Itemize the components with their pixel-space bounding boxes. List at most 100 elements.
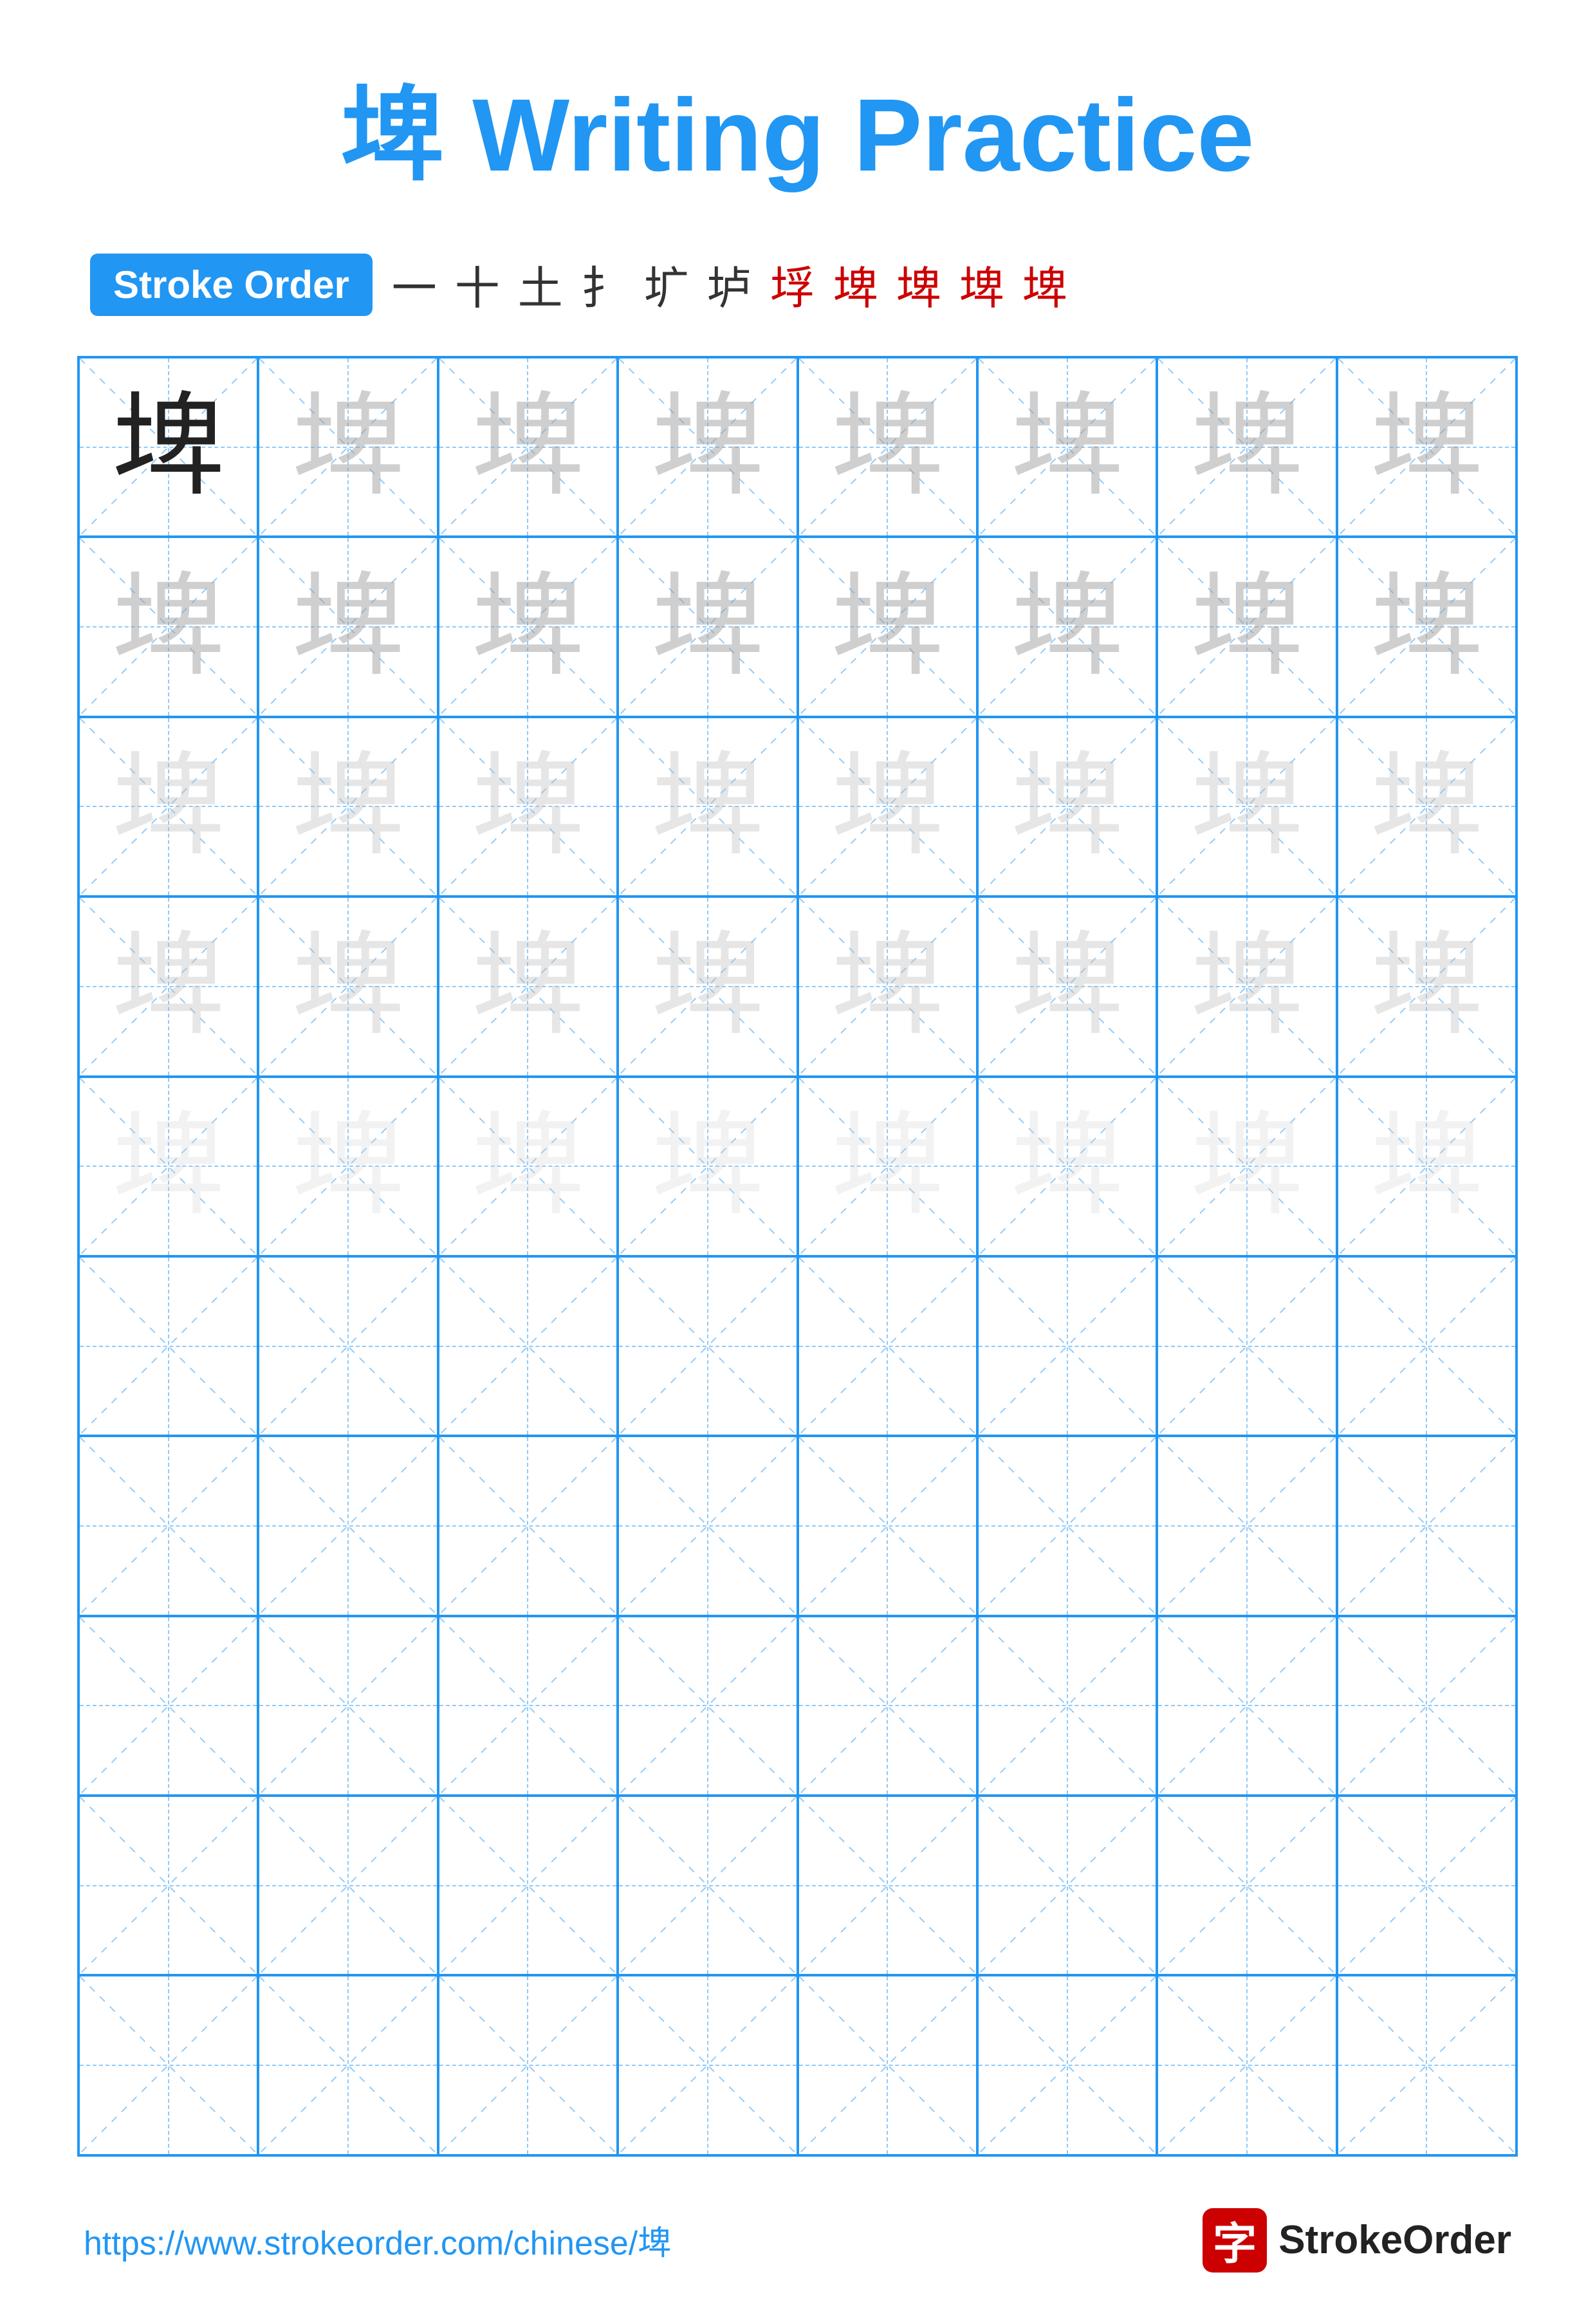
title-char: 埤 Writing Practice: [341, 77, 1255, 192]
cell-char: 埤: [1370, 571, 1483, 683]
page: 埤 Writing Practice Stroke Order 一 十 土 扌 …: [0, 0, 1595, 2324]
grid-cell: 埤: [1157, 1077, 1336, 1256]
cell-char: 埤: [1370, 391, 1483, 503]
grid-cell: 埤: [1337, 357, 1517, 537]
cell-char: 埤: [651, 1110, 764, 1223]
grid-cell: 埤: [438, 897, 618, 1076]
grid-cell: [618, 1616, 797, 1796]
grid-cell: 埤: [977, 897, 1157, 1076]
grid-cell: 埤: [438, 717, 618, 897]
grid-cell: 埤: [1157, 357, 1336, 537]
stroke-step-10: 埤: [1022, 252, 1067, 317]
cell-char: 埤: [831, 750, 944, 863]
grid-cell: [618, 1436, 797, 1615]
grid-cell: 埤: [798, 537, 977, 716]
grid-cell: 埤: [258, 357, 438, 537]
grid-cell: [1337, 1616, 1517, 1796]
cell-char: 埤: [1190, 930, 1303, 1043]
grid-cell: [78, 1256, 258, 1436]
cell-char: 埤: [651, 571, 764, 683]
grid-cell: [977, 1975, 1157, 2155]
grid-cell: [438, 1616, 618, 1796]
cell-char: 埤: [1370, 1110, 1483, 1223]
grid-cell: [1157, 1975, 1336, 2155]
cell-char: 埤: [472, 571, 584, 683]
stroke-sep-4: 圹: [644, 252, 689, 317]
cell-char: 埤: [831, 391, 944, 503]
page-title: 埤 Writing Practice: [341, 51, 1255, 201]
grid-cell: [258, 1436, 438, 1615]
grid-cell: 埤: [618, 1077, 797, 1256]
cell-char: 埤: [292, 750, 405, 863]
grid-cell: [977, 1436, 1157, 1615]
footer-brand: 字 StrokeOrder: [1203, 2208, 1511, 2273]
grid-cell: [798, 1616, 977, 1796]
grid-cell: [977, 1796, 1157, 1975]
cell-char: 埤: [1011, 571, 1123, 683]
grid-cell: [78, 1616, 258, 1796]
grid-cell: 埤: [977, 1077, 1157, 1256]
grid-cell: 埤: [618, 717, 797, 897]
cell-char: 埤: [1190, 750, 1303, 863]
practice-grid: 埤 埤 埤 埤 埤 埤 埤 埤: [77, 356, 1518, 2157]
grid-cell: [1337, 1256, 1517, 1436]
grid-cell: [258, 1796, 438, 1975]
grid-cell: 埤: [258, 537, 438, 716]
stroke-sep-0: 一: [392, 252, 437, 317]
stroke-sep-2: 土: [518, 252, 563, 317]
cell-char: 埤: [1190, 571, 1303, 683]
brand-name: StrokeOrder: [1278, 2217, 1511, 2263]
cell-char: 埤: [1011, 750, 1123, 863]
stroke-sep-3: 扌: [581, 252, 626, 317]
grid-cell: [1337, 1975, 1517, 2155]
grid-cell: 埤: [78, 537, 258, 716]
grid-cell: 埤: [1337, 1077, 1517, 1256]
grid-cell: [1157, 1616, 1336, 1796]
grid-cell: [618, 1256, 797, 1436]
cell-char: 埤: [292, 930, 405, 1043]
grid-cell: [78, 1436, 258, 1615]
grid-cell: 埤: [258, 717, 438, 897]
grid-cell: [977, 1256, 1157, 1436]
grid-cell: 埤: [1157, 897, 1336, 1076]
cell-char: 埤: [112, 391, 225, 503]
cell-char: 埤: [292, 571, 405, 683]
cell-char: 埤: [292, 1110, 405, 1223]
grid-cell: 埤: [618, 357, 797, 537]
stroke-step-9: 埤: [959, 252, 1004, 317]
stroke-order-row: Stroke Order 一 十 土 扌 圹 垆 垺 埤 埤 埤 埤: [77, 252, 1518, 317]
grid-cell: 埤: [977, 717, 1157, 897]
cell-char: 埤: [1011, 1110, 1123, 1223]
grid-cell: [438, 1975, 618, 2155]
grid-cell: [618, 1975, 797, 2155]
grid-cell: 埤: [78, 357, 258, 537]
grid-cell: [798, 1975, 977, 2155]
cell-char: 埤: [1190, 391, 1303, 503]
grid-cell: 埤: [798, 357, 977, 537]
grid-cell: 埤: [78, 717, 258, 897]
stroke-step-8: 埤: [896, 252, 941, 317]
grid-cell: 埤: [977, 537, 1157, 716]
grid-cell: [258, 1256, 438, 1436]
grid-cell: [438, 1796, 618, 1975]
grid-cell: [1337, 1436, 1517, 1615]
grid-cell: 埤: [78, 897, 258, 1076]
grid-cell: [1157, 1436, 1336, 1615]
cell-char: 埤: [112, 930, 225, 1043]
cell-char: 埤: [472, 930, 584, 1043]
cell-char: 埤: [651, 391, 764, 503]
grid-cell: 埤: [798, 717, 977, 897]
grid-cell: [438, 1256, 618, 1436]
cell-char: 埤: [831, 571, 944, 683]
stroke-sequence: 一 十 土 扌 圹 垆 垺 埤 埤 埤 埤: [392, 252, 1067, 317]
grid-cell: 埤: [78, 1077, 258, 1256]
stroke-order-badge: Stroke Order: [90, 254, 373, 316]
cell-char: 埤: [292, 391, 405, 503]
cell-char: 埤: [1190, 1110, 1303, 1223]
stroke-sep-5: 垆: [707, 252, 752, 317]
grid-cell: 埤: [438, 537, 618, 716]
grid-cell: 埤: [798, 897, 977, 1076]
grid-cell: [798, 1436, 977, 1615]
grid-cell: [78, 1796, 258, 1975]
grid-cell: [438, 1436, 618, 1615]
